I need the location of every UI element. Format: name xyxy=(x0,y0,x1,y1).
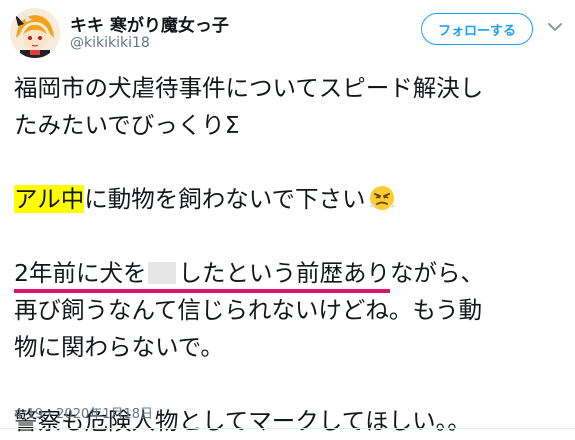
tweet-text-segment: ながら、 xyxy=(389,259,484,287)
user-handle[interactable]: @kikikiki18 xyxy=(70,35,150,51)
tweet-text: 福岡市の犬虐待事件についてスピード解決し たみたいでびっくりΣ アル中に動物を飼… xyxy=(14,70,484,440)
tweet-timestamp[interactable]: 4:19 - 2020年1月18日 xyxy=(14,403,153,422)
tweet-text-segment: に動物を飼わないで下さい xyxy=(84,185,366,213)
tweet-line: 福岡市の犬虐待事件についてスピード解決し xyxy=(14,70,484,107)
underlined-text: 2年前に犬を したという前歴あり xyxy=(14,258,390,293)
tweet-line: 物に関わらないで。 xyxy=(14,329,484,366)
anime-witch-avatar-icon xyxy=(10,8,60,58)
divider xyxy=(0,428,575,429)
tweet-text-segment: 物に関わらないで。 xyxy=(14,333,224,361)
display-name[interactable]: キキ 寒がり魔女っ子 xyxy=(70,11,229,36)
tweet-line: たみたいでびっくりΣ xyxy=(14,107,484,144)
tweet-line: アル中に動物を飼わないで下さい xyxy=(14,181,484,218)
tweet-text-segment: 福岡市の犬虐待事件についてスピード解決し xyxy=(14,74,484,102)
highlighted-text: アル中 xyxy=(14,185,85,213)
angry-steam-face-emoji xyxy=(368,186,395,210)
tweet-line: 2年前に犬を したという前歴ありながら、 xyxy=(14,255,484,293)
redaction-block xyxy=(148,262,177,284)
follow-button[interactable]: フォローする xyxy=(421,13,533,45)
tweet-text-segment: 2年前に犬を xyxy=(14,259,147,287)
tweet-text-segment: たみたいでびっくりΣ xyxy=(14,111,240,139)
avatar[interactable] xyxy=(10,8,60,58)
tweet-text-segment: したという前歴あり xyxy=(178,259,390,287)
tweet-text-segment: 再び飼うなんて信じられないけどね。もう動 xyxy=(14,296,483,324)
tweet-line: 再び飼うなんて信じられないけどね。もう動 xyxy=(14,292,484,329)
chevron-down-icon[interactable] xyxy=(546,18,564,36)
